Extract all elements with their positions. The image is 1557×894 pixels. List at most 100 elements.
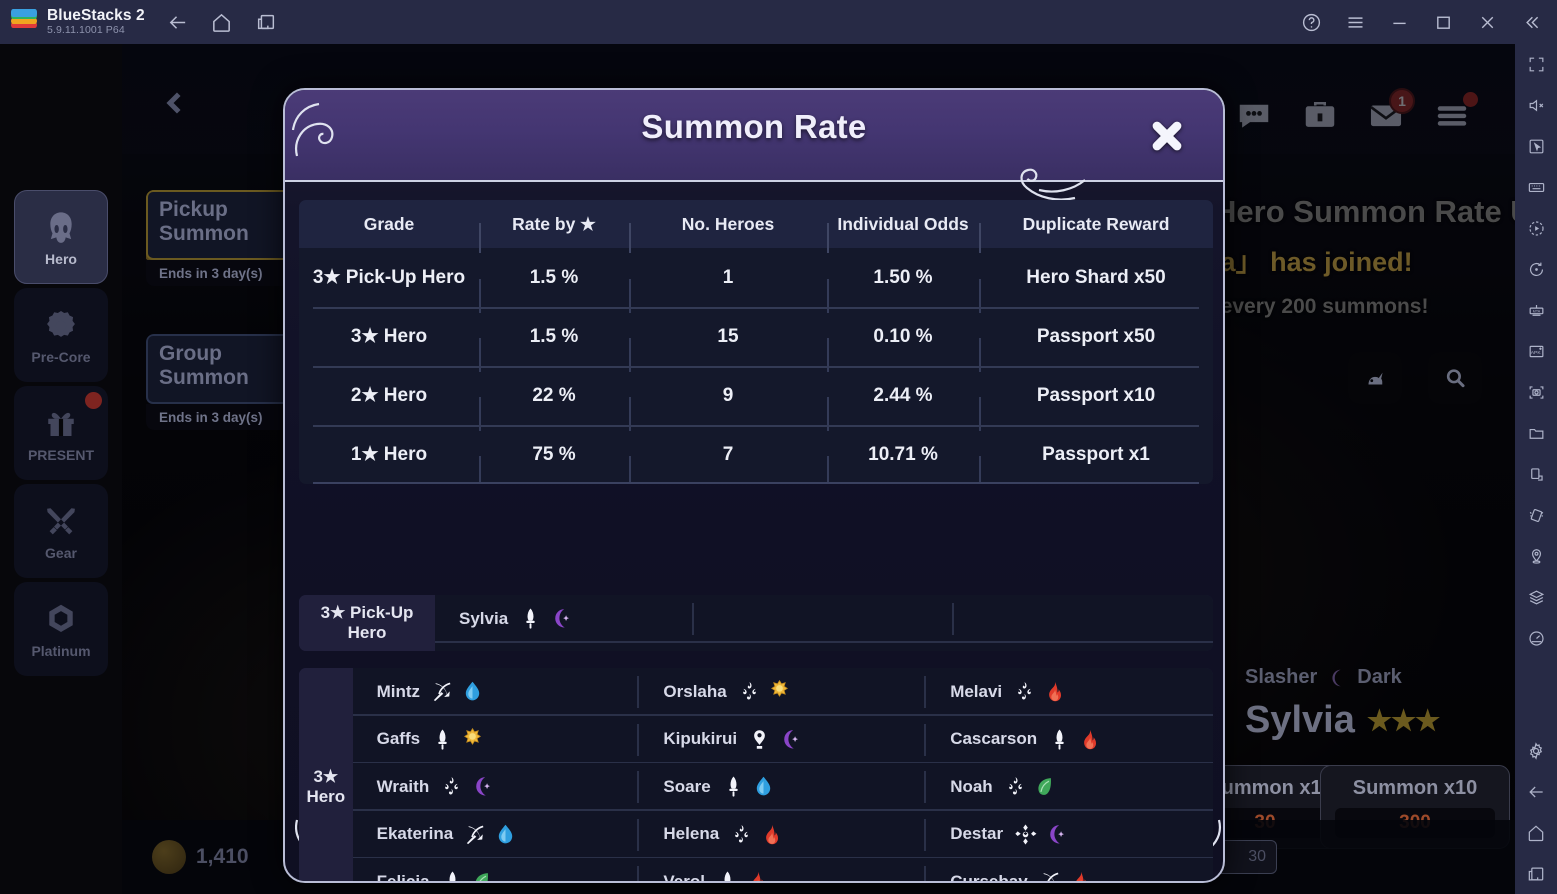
help-icon[interactable] <box>1299 10 1323 34</box>
install-apk-icon[interactable]: APK <box>1515 331 1557 372</box>
hero-entry[interactable]: Helena <box>639 811 927 858</box>
fire-element-icon <box>1069 870 1092 881</box>
gift-icon <box>38 403 84 445</box>
summon-rate-modal: Summon Rate Grade Rate by ★ No. Heroes I… <box>283 88 1225 883</box>
sidebar-item-pre-core[interactable]: Pre-Core <box>14 288 108 382</box>
sidebar-item-hero[interactable]: Hero <box>14 190 108 284</box>
table-row: 1★ Hero 75 % 7 10.71 % Passport x1 <box>299 425 1213 484</box>
fullscreen-icon[interactable] <box>1515 44 1557 85</box>
row-separator <box>694 641 954 643</box>
minimize-icon[interactable] <box>1387 10 1411 34</box>
bluestacks-side-toolbar: MTA APK <box>1515 44 1557 894</box>
back-arrow-icon[interactable] <box>142 72 208 134</box>
collapse-sidebar-icon[interactable] <box>1519 10 1543 34</box>
macro-record-icon[interactable] <box>1515 249 1557 290</box>
home-icon[interactable] <box>209 9 235 35</box>
sidebar-item-gear[interactable]: Gear <box>14 484 108 578</box>
multi-instance-icon[interactable] <box>253 9 279 35</box>
sidebar-item-present[interactable]: PRESENT <box>14 386 108 480</box>
cell-odds: 0.10 % <box>827 326 979 372</box>
keyboard-controls-icon[interactable] <box>1515 167 1557 208</box>
settings-gear-icon[interactable] <box>1515 730 1557 771</box>
hero-entry-name: Cursebay <box>950 871 1028 883</box>
close-icon[interactable] <box>1475 10 1499 34</box>
bag-icon[interactable] <box>1299 96 1343 136</box>
pickup-grade-label: 3★ Pick-Up Hero <box>299 595 435 651</box>
hero-entry[interactable]: Kipukirui <box>639 716 927 763</box>
layers-icon[interactable] <box>1515 577 1557 618</box>
performance-icon[interactable] <box>1515 618 1557 659</box>
dark-element-icon <box>470 775 493 798</box>
hero-entry[interactable]: Orslaha <box>639 668 927 716</box>
hero-entry-name: Orslaha <box>663 681 727 701</box>
rotate-icon[interactable] <box>1515 454 1557 495</box>
hero-entry[interactable]: Wraith <box>352 763 640 811</box>
sidebar-item-platinum[interactable]: Platinum <box>14 582 108 676</box>
hero-entry[interactable]: Destar <box>926 811 1213 858</box>
game-sidebar: Hero Pre-Core PRESENT Gear Platinum <box>0 44 122 894</box>
back-icon[interactable] <box>165 9 191 35</box>
android-recents-icon[interactable] <box>1515 853 1557 894</box>
cell-count: 7 <box>629 444 827 484</box>
screenshot-icon[interactable] <box>1515 372 1557 413</box>
ranger-class-icon <box>1039 870 1062 881</box>
hero-entry[interactable]: Verol <box>639 858 926 881</box>
fire-element-icon <box>1043 680 1066 703</box>
android-back-icon[interactable] <box>1515 771 1557 812</box>
fire-element-icon <box>760 823 783 846</box>
hero-entry[interactable]: Felicia <box>353 858 640 881</box>
mail-badge: 1 <box>1389 88 1415 114</box>
maximize-icon[interactable] <box>1431 10 1455 34</box>
hero-entry[interactable]: Mintz <box>352 668 640 716</box>
sidebar-item-label: Pre-Core <box>31 349 91 365</box>
shake-icon[interactable] <box>1515 495 1557 536</box>
pickup-grade-text: 3★ Pick-Up Hero <box>320 602 414 642</box>
pickup-hero-section: 3★ Pick-Up Hero Sylvia <box>299 595 1213 651</box>
hero-entry[interactable]: Soare <box>639 763 927 811</box>
mail-icon[interactable]: 1 <box>1365 88 1415 136</box>
column-header-grade: Grade <box>363 213 415 234</box>
menu-icon[interactable] <box>1431 92 1478 136</box>
close-icon[interactable] <box>1143 112 1191 160</box>
cursor-icon[interactable] <box>1515 126 1557 167</box>
hero-entry[interactable]: Noah <box>926 763 1213 811</box>
cell-grade: 3★ Pick-Up Hero <box>312 267 466 288</box>
android-home-icon[interactable] <box>1515 812 1557 853</box>
water-element-icon <box>494 823 517 846</box>
location-icon[interactable] <box>1515 536 1557 577</box>
nature-element-icon <box>471 870 494 881</box>
cell-rate: 22 % <box>479 385 629 431</box>
mta-icon[interactable]: MTA <box>1515 290 1557 331</box>
hero-entry[interactable]: Ekaterina <box>352 811 640 858</box>
chat-icon[interactable] <box>1233 96 1277 136</box>
hamburger-menu-icon[interactable] <box>1343 10 1367 34</box>
hero-entry-name: Cascarson <box>950 729 1038 749</box>
helmet-icon <box>38 207 84 249</box>
bottom-stat-medal[interactable]: 1,410 <box>152 840 249 874</box>
hero-entry[interactable]: Gaffs <box>352 716 640 763</box>
table-row: 3★ Hero 1.5 % 15 0.10 % Passport x50 <box>299 307 1213 372</box>
hero-entry-name: Helena <box>663 824 720 844</box>
hero-entry-name: Ekaterina <box>376 824 454 844</box>
info-hero-icon[interactable] <box>1348 352 1402 404</box>
cell-grade: 1★ Hero <box>350 444 428 465</box>
table-row: 3★ Pick-Up Hero 1.5 % 1 1.50 % Hero Shar… <box>299 248 1213 313</box>
banner-buttons <box>1348 352 1482 404</box>
hero-entry[interactable]: Cursebay <box>926 858 1213 883</box>
macro-play-icon[interactable] <box>1515 208 1557 249</box>
hero-entry[interactable]: Cascarson <box>926 716 1213 763</box>
slasher-class-icon <box>716 870 739 881</box>
medal-icon <box>152 840 186 874</box>
table-header-row: Grade Rate by ★ No. Heroes Individual Od… <box>299 200 1213 253</box>
hero-entry[interactable]: Melavi <box>926 668 1213 716</box>
titlebar-nav-buttons <box>165 9 279 35</box>
window-controls <box>1299 10 1557 34</box>
bottom-stat-value: 1,410 <box>196 845 249 868</box>
cell-odds: 2.44 % <box>827 385 979 431</box>
media-folder-icon[interactable] <box>1515 413 1557 454</box>
search-icon[interactable] <box>1428 352 1482 404</box>
hero-entry[interactable]: Sylvia <box>435 595 695 643</box>
mute-icon[interactable] <box>1515 85 1557 126</box>
cell-rate: 1.5 % <box>479 267 629 313</box>
sidebar-item-label: Hero <box>45 251 77 267</box>
